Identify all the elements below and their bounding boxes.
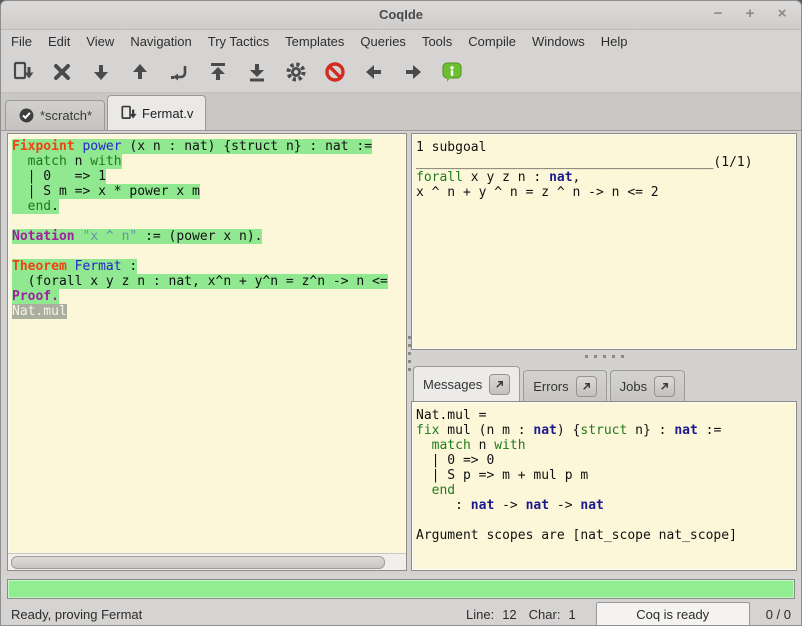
- tab-scratch[interactable]: *scratch*: [5, 100, 105, 130]
- script-buffer[interactable]: Fixpoint power (x n : nat) {struct n} : …: [8, 134, 406, 553]
- close-button[interactable]: ×: [773, 5, 791, 23]
- tab-label: Errors: [533, 379, 568, 394]
- save-icon[interactable]: [11, 60, 35, 84]
- scrollbar-thumb[interactable]: [11, 556, 385, 569]
- tab-label: Messages: [423, 377, 482, 392]
- script-editor-pane[interactable]: Fixpoint power (x n : nat) {struct n} : …: [7, 133, 407, 571]
- tab-jobs[interactable]: Jobs: [610, 370, 685, 401]
- main-area: Fixpoint power (x n : nat) {struct n} : …: [1, 131, 801, 575]
- char-value: 1: [568, 607, 575, 622]
- messages-display: Nat.mul =fix mul (n m : nat) {struct n} …: [412, 402, 796, 549]
- menu-tools[interactable]: Tools: [414, 32, 460, 51]
- maximize-button[interactable]: +: [741, 5, 759, 23]
- tab-fermat[interactable]: Fermat.v: [107, 95, 206, 130]
- coq-status-indicator: Coq is ready: [596, 602, 750, 626]
- menu-compile[interactable]: Compile: [460, 32, 524, 51]
- forward-icon[interactable]: [401, 60, 425, 84]
- char-label: Char:: [529, 607, 561, 622]
- go-to-end-icon[interactable]: [245, 60, 269, 84]
- fully-check-icon[interactable]: [284, 60, 308, 84]
- messages-pane: Nat.mul =fix mul (n m : nat) {struct n} …: [411, 401, 797, 571]
- goal-display: 1 subgoal_______________________________…: [412, 134, 796, 206]
- horizontal-pane-handle[interactable]: [411, 351, 797, 361]
- goto-cursor-icon[interactable]: [167, 60, 191, 84]
- detach-jobs-button[interactable]: [654, 376, 675, 397]
- tab-label: *scratch*: [40, 108, 92, 123]
- close-icon[interactable]: [50, 60, 74, 84]
- menu-try-tactics[interactable]: Try Tactics: [200, 32, 277, 51]
- tab-label: Fermat.v: [142, 106, 193, 121]
- tab-errors[interactable]: Errors: [523, 370, 606, 401]
- back-icon[interactable]: [362, 60, 386, 84]
- tab-label: Jobs: [620, 379, 647, 394]
- titlebar: CoqIde − + ×: [1, 1, 801, 30]
- interrupt-icon[interactable]: [323, 60, 347, 84]
- menu-view[interactable]: View: [78, 32, 122, 51]
- coqide-window: CoqIde − + × File Edit View Navigation T…: [0, 0, 802, 626]
- menubar: File Edit View Navigation Try Tactics Te…: [1, 30, 801, 52]
- about-icon[interactable]: [440, 60, 464, 84]
- detach-messages-button[interactable]: [489, 374, 510, 395]
- detach-errors-button[interactable]: [576, 376, 597, 397]
- restart-icon[interactable]: [206, 60, 230, 84]
- menu-edit[interactable]: Edit: [40, 32, 78, 51]
- save-icon: [120, 105, 137, 122]
- goal-counter: 0 / 0: [766, 607, 791, 622]
- toolbar: [1, 52, 801, 93]
- check-circle-icon: [18, 107, 35, 124]
- message-tabstrip: Messages Errors Jobs: [411, 363, 797, 401]
- minimize-button[interactable]: −: [709, 5, 727, 23]
- editor-h-scrollbar[interactable]: [8, 553, 406, 570]
- statusbar: Ready, proving Fermat Line: 12 Char: 1 C…: [1, 599, 801, 626]
- menu-navigation[interactable]: Navigation: [122, 32, 199, 51]
- progress-bar: [7, 579, 795, 599]
- line-label: Line:: [466, 607, 494, 622]
- step-forward-icon[interactable]: [89, 60, 113, 84]
- step-back-icon[interactable]: [128, 60, 152, 84]
- menu-queries[interactable]: Queries: [352, 32, 414, 51]
- menu-templates[interactable]: Templates: [277, 32, 352, 51]
- window-title: CoqIde: [1, 7, 801, 22]
- status-message: Ready, proving Fermat: [11, 607, 458, 622]
- goal-pane: 1 subgoal_______________________________…: [411, 133, 797, 350]
- line-value: 12: [502, 607, 516, 622]
- tab-messages[interactable]: Messages: [413, 366, 520, 401]
- document-tabstrip: *scratch* Fermat.v: [1, 93, 801, 131]
- menu-file[interactable]: File: [3, 32, 40, 51]
- menu-windows[interactable]: Windows: [524, 32, 593, 51]
- menu-help[interactable]: Help: [593, 32, 636, 51]
